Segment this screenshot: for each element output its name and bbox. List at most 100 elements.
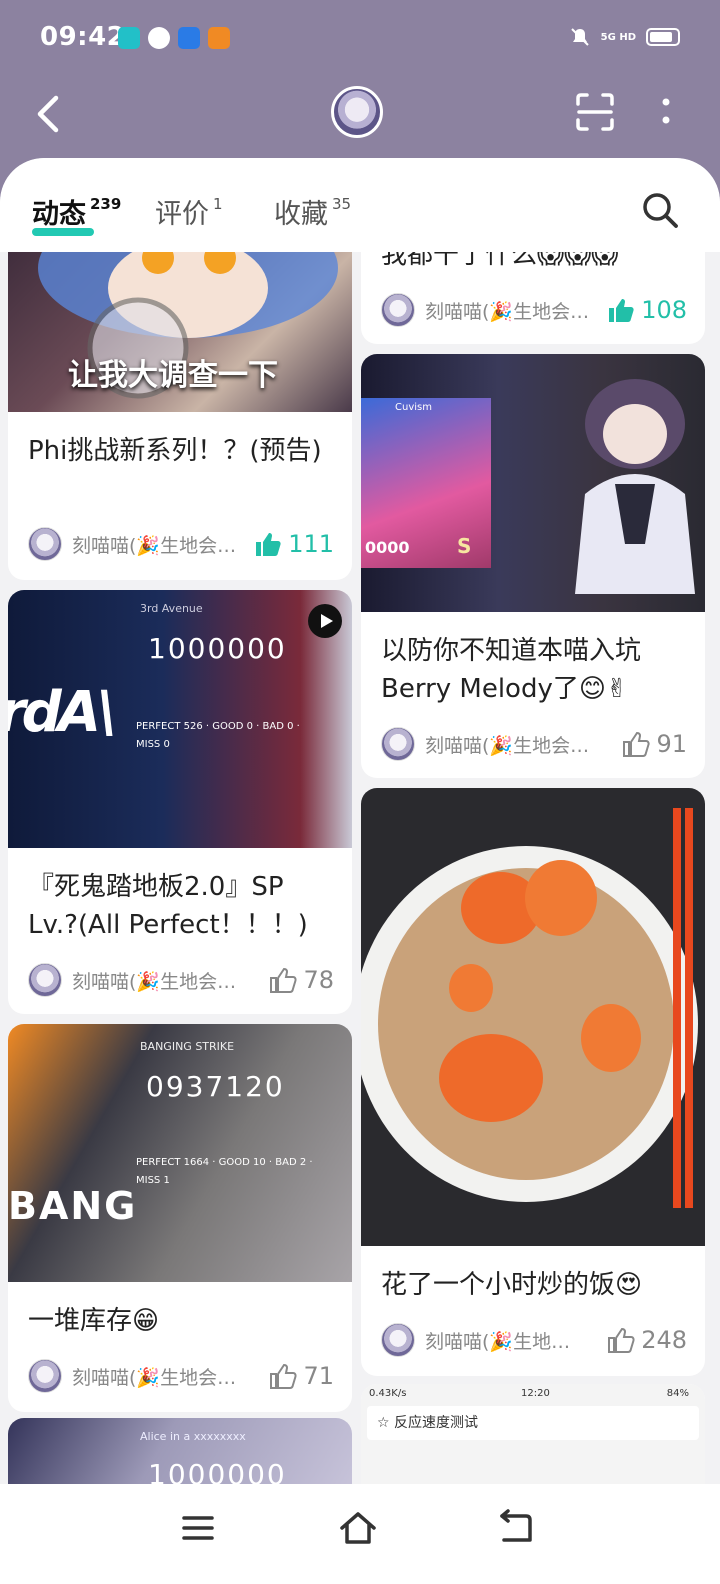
image-status-speed: 0.43K/s <box>369 1388 407 1399</box>
thumbs-up-icon <box>270 1363 298 1389</box>
like-count: 78 <box>303 966 334 994</box>
author-name[interactable]: 刻喵喵(🎉生地会… <box>425 297 607 324</box>
thumbs-up-icon <box>608 1327 635 1353</box>
post-card[interactable]: 我都干了什么😱😱😱 刻喵喵(🎉生地会… 108 <box>361 252 705 344</box>
like-count: 248 <box>641 1326 687 1354</box>
thumbs-up-icon <box>256 533 281 556</box>
post-card[interactable]: 花了一个小时炒的饭😍 刻喵喵(🎉生地… 248 <box>361 788 705 1376</box>
post-image: Alice in a xxxxxxxx 1000000 <box>8 1418 352 1484</box>
post-image: rdA\ 3rd Avenue 1000000 PERFECT 526 · GO… <box>8 590 352 848</box>
author-name[interactable]: 刻喵喵(🎉生地会… <box>72 967 269 994</box>
post-image: Cuvism 0000 S <box>361 354 705 612</box>
post-title: 一堆库存😁 <box>28 1306 160 1336</box>
like-button[interactable]: 111 <box>254 530 334 558</box>
tab-bar: 动态 239 评价 1 收藏 35 <box>0 158 720 252</box>
like-count: 71 <box>303 1362 334 1390</box>
author-name[interactable]: 刻喵喵(🎉生地会… <box>425 731 622 758</box>
top-bar <box>0 80 720 150</box>
network-label: 5G HD <box>600 31 636 43</box>
app-notification-icon <box>208 27 230 49</box>
app-notification-icon <box>118 27 140 49</box>
game-logo: BANG <box>8 1184 138 1228</box>
post-meta: 刻喵喵(🎉生地会… 108 <box>381 292 687 328</box>
back-nav-icon[interactable] <box>494 1506 538 1550</box>
status-time: 09:42 <box>40 22 126 52</box>
post-title: 我都干了什么😱😱😱 <box>381 252 619 270</box>
game-score: 1000000 <box>148 632 287 665</box>
game-score: 0000 <box>365 538 410 557</box>
game-score: 1000000 <box>148 1458 287 1484</box>
play-icon[interactable] <box>308 604 342 638</box>
post-card[interactable]: Cuvism 0000 S 以防你不知道本喵入坑Berry Melody了😊✌ … <box>361 354 705 778</box>
scan-icon[interactable] <box>575 92 615 132</box>
post-title: 花了一个小时炒的饭😍 <box>381 1270 643 1300</box>
post-image: 让我大调查一下 <box>8 252 352 412</box>
like-button[interactable]: 108 <box>607 296 687 324</box>
home-icon[interactable] <box>336 1506 380 1550</box>
content-sheet: 动态 239 评价 1 收藏 35 让我大调查一下 Phi挑战新系列！？(预告) 刻喵 <box>0 158 720 1484</box>
author-name[interactable]: 刻喵喵(🎉生地… <box>425 1327 607 1354</box>
status-bar: 09:42 5G HD <box>0 0 720 76</box>
menu-icon[interactable] <box>176 1506 220 1550</box>
like-count: 111 <box>288 530 334 558</box>
profile-avatar[interactable] <box>331 86 383 138</box>
post-title: 『死鬼踏地板2.0』SP Lv.?(All Perfect！！！) <box>28 872 308 940</box>
status-right: 5G HD <box>569 26 680 48</box>
tab-reviews[interactable]: 评价 1 <box>155 192 223 231</box>
post-feed: 让我大调查一下 Phi挑战新系列！？(预告) 刻喵喵(🎉生地会… 111 rdA… <box>0 252 720 1484</box>
active-tab-indicator <box>32 228 94 236</box>
like-button[interactable]: 71 <box>269 1362 334 1390</box>
image-status-time: 12:20 <box>521 1388 550 1399</box>
image-status-battery: 84% <box>666 1388 689 1399</box>
post-meta: 刻喵喵(🎉生地… 248 <box>381 1322 687 1358</box>
back-arrow-icon[interactable] <box>32 92 68 136</box>
author-avatar[interactable] <box>28 963 62 997</box>
notification-icons <box>118 27 230 49</box>
author-avatar[interactable] <box>28 1359 62 1393</box>
post-card[interactable]: BANG BANGING STRIKE 0937120 PERFECT 1664… <box>8 1024 352 1412</box>
character-art <box>575 379 695 594</box>
post-meta: 刻喵喵(🎉生地会… 78 <box>28 962 334 998</box>
like-button[interactable]: 248 <box>607 1326 687 1354</box>
thumbs-up-icon <box>623 731 651 757</box>
tab-favorites[interactable]: 收藏 35 <box>274 192 351 231</box>
author-avatar[interactable] <box>28 527 62 561</box>
app-notification-icon <box>178 27 200 49</box>
like-count: 108 <box>641 296 687 324</box>
like-button[interactable]: 78 <box>269 966 334 994</box>
thumbs-up-icon <box>270 967 298 993</box>
post-meta: 刻喵喵(🎉生地会… 91 <box>381 726 687 762</box>
game-stats: PERFECT 1664 · GOOD 10 · BAD 2 · MISS 1 <box>136 1157 313 1186</box>
post-image-caption: 让我大调查一下 <box>68 358 278 393</box>
song-name: Alice in a xxxxxxxx <box>140 1430 246 1443</box>
post-card[interactable]: rdA\ 3rd Avenue 1000000 PERFECT 526 · GO… <box>8 590 352 1014</box>
author-name[interactable]: 刻喵喵(🎉生地会… <box>72 1363 269 1390</box>
author-avatar[interactable] <box>381 727 415 761</box>
song-name: Cuvism <box>395 402 432 413</box>
author-avatar[interactable] <box>381 293 415 327</box>
search-icon[interactable] <box>640 190 680 230</box>
more-vertical-icon[interactable] <box>656 94 676 128</box>
author-avatar[interactable] <box>381 1323 415 1357</box>
grade-badge: S <box>457 534 472 558</box>
post-meta: 刻喵喵(🎉生地会… 111 <box>28 526 334 562</box>
mute-icon <box>570 28 589 46</box>
thumbs-up-icon <box>609 299 634 322</box>
image-text: ☆ 反应速度测试 <box>377 1415 479 1431</box>
like-button[interactable]: 91 <box>622 730 687 758</box>
song-name: BANGING STRIKE <box>140 1040 235 1053</box>
post-meta: 刻喵喵(🎉生地会… 71 <box>28 1358 334 1394</box>
wechat-icon <box>148 27 170 49</box>
game-stats: PERFECT 526 · GOOD 0 · BAD 0 · MISS 0 <box>136 721 300 750</box>
post-title: Phi挑战新系列！？(预告) <box>28 436 322 466</box>
post-card[interactable]: 让我大调查一下 Phi挑战新系列！？(预告) 刻喵喵(🎉生地会… 111 <box>8 252 352 580</box>
game-logo: rdA\ <box>8 680 117 745</box>
post-image <box>361 788 705 1246</box>
post-card[interactable]: Alice in a xxxxxxxx 1000000 <box>8 1418 352 1484</box>
system-nav-bar <box>0 1484 720 1584</box>
tab-dynamics[interactable]: 动态 239 <box>32 192 121 231</box>
author-name[interactable]: 刻喵喵(🎉生地会… <box>72 531 254 558</box>
post-card[interactable]: 0.43K/s 12:20 84% ☆ 反应速度测试 <box>361 1384 705 1484</box>
song-name: 3rd Avenue <box>140 602 203 615</box>
game-score: 0937120 <box>146 1070 285 1103</box>
